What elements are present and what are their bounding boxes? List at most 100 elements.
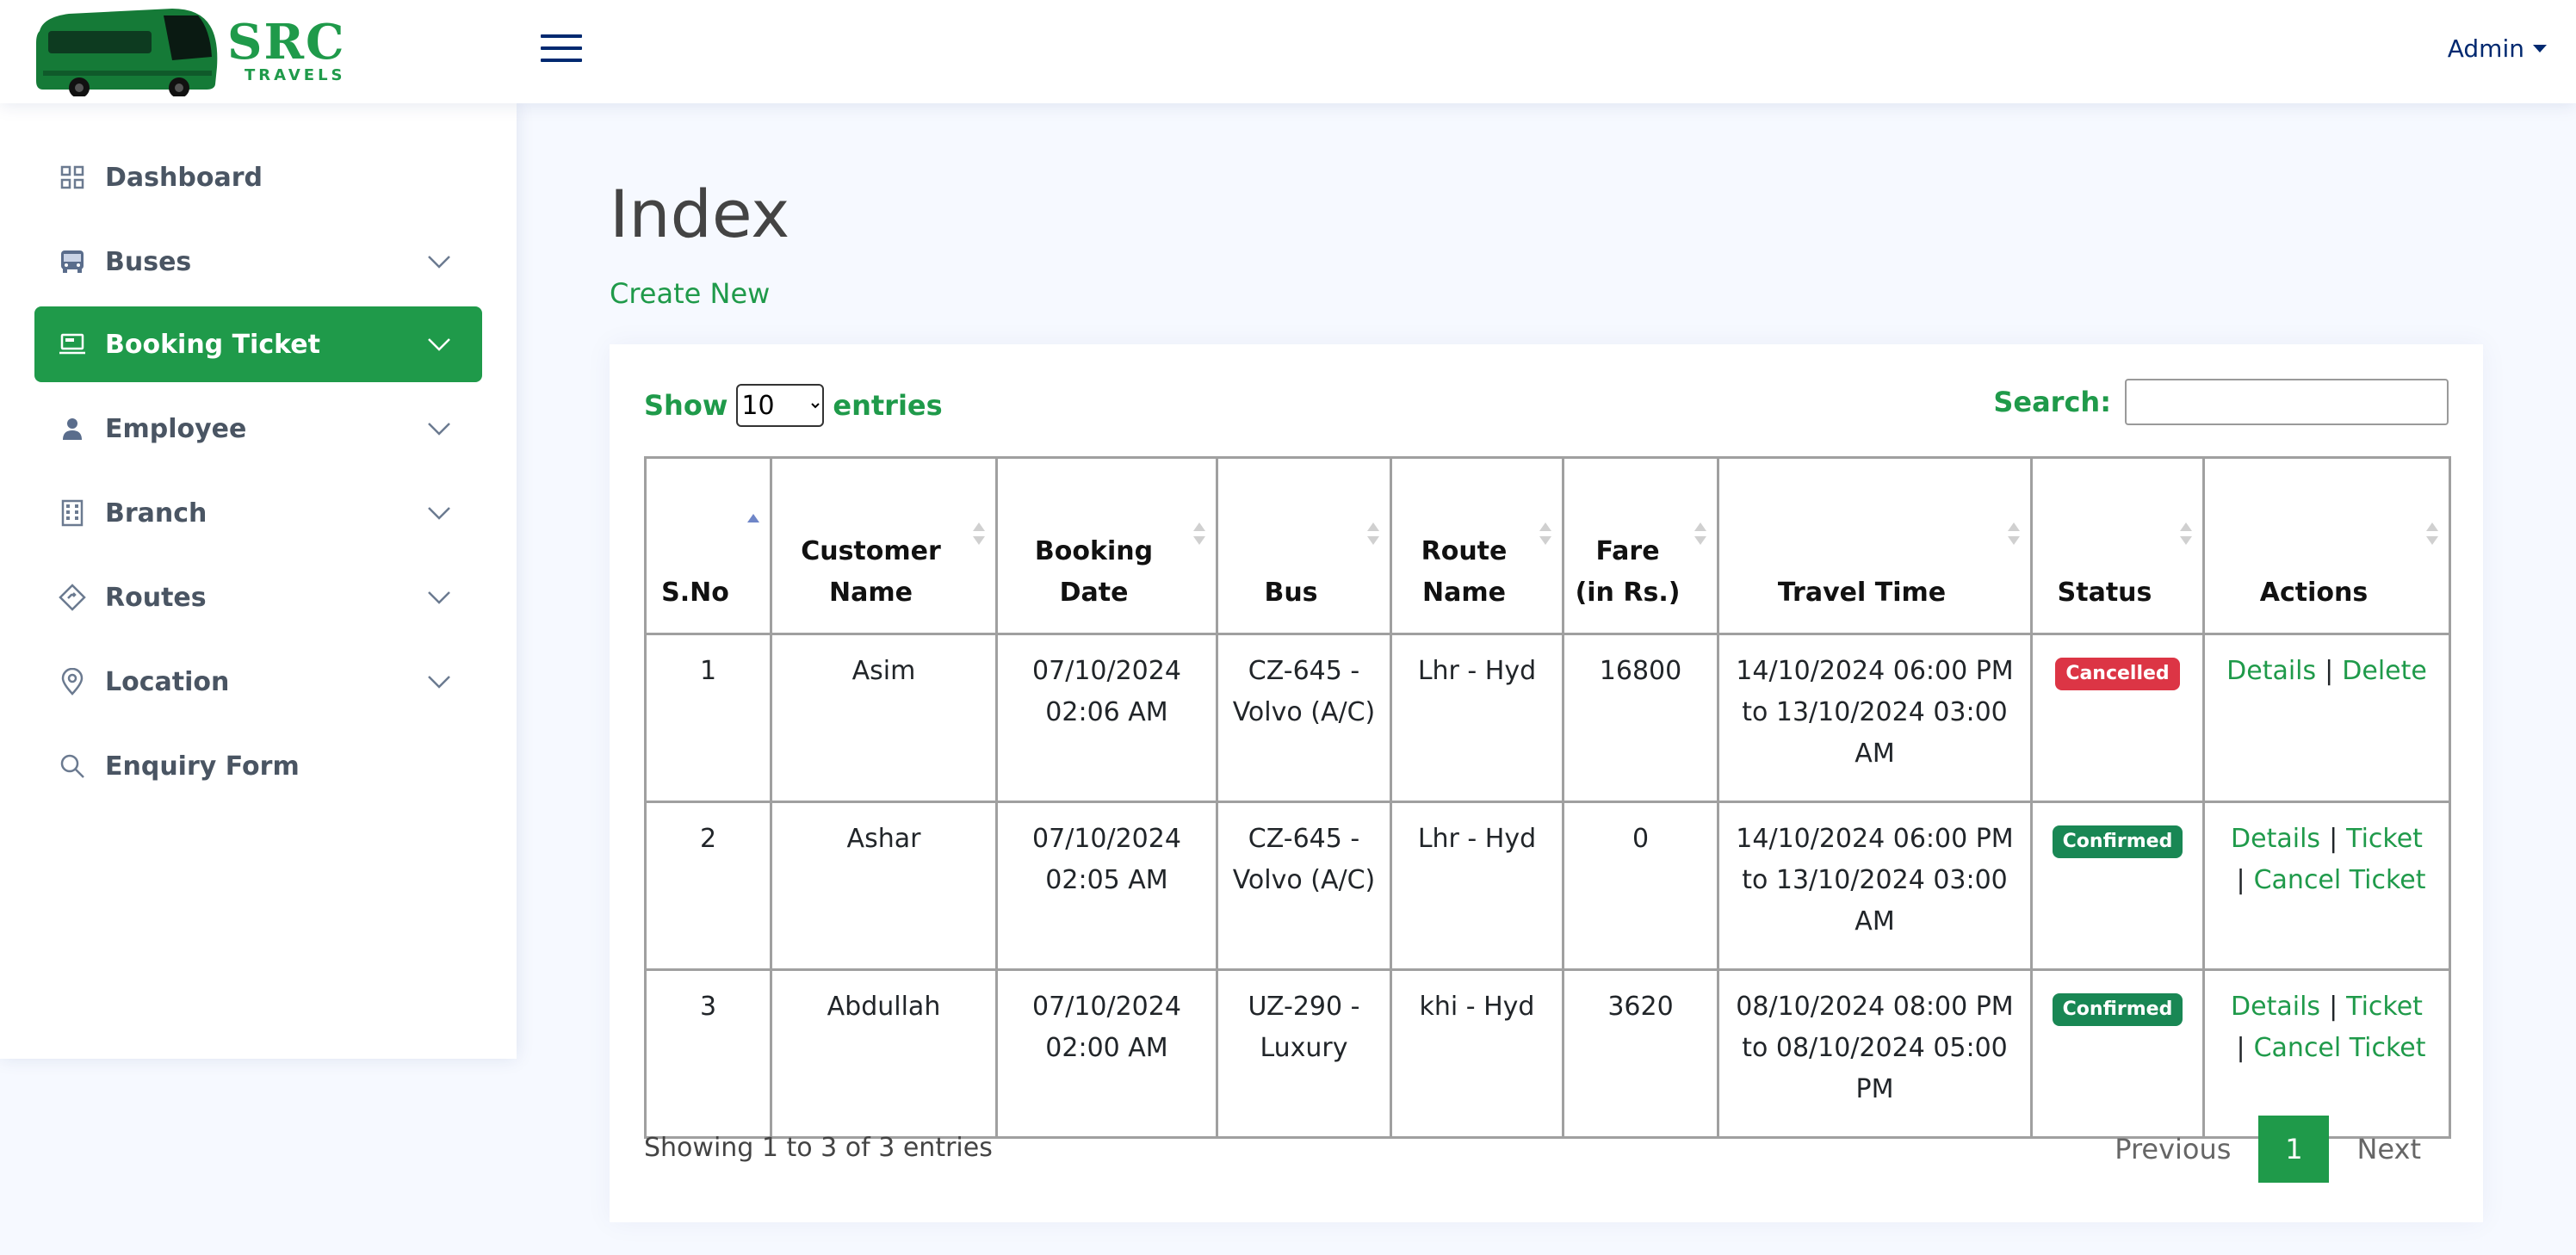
column-header-travel-time[interactable]: Travel Time: [1717, 456, 2033, 635]
cell-customer: Ashar: [770, 801, 998, 971]
search-icon: [59, 752, 86, 780]
sidebar-item-label: Location: [105, 666, 230, 697]
sidebar-item-branch[interactable]: Branch: [34, 475, 482, 551]
next-page-button[interactable]: Next: [2329, 1133, 2449, 1165]
user-menu[interactable]: Admin: [2448, 34, 2547, 63]
bus-logo-icon: [36, 9, 218, 96]
laptop-icon: [59, 331, 86, 358]
column-header-booking-date[interactable]: Booking Date: [995, 456, 1218, 635]
sidebar-item-buses[interactable]: Buses: [34, 224, 482, 300]
show-label: Show: [644, 389, 728, 422]
cell-sno: 2: [644, 801, 772, 971]
sort-icon: [1539, 522, 1551, 548]
chevron-down-icon: [422, 411, 456, 446]
chevron-down-icon: [422, 244, 456, 279]
create-new-link[interactable]: Create New: [610, 277, 770, 310]
person-icon: [59, 415, 86, 442]
sidebar: Dashboard Buses Booking Ticket Employee …: [0, 103, 517, 1059]
sidebar-item-label: Buses: [105, 246, 192, 277]
table-header-row: S.No Customer Name Booking Date Bus Rout…: [644, 456, 2451, 635]
cell-bus: UZ-290 - Luxury: [1216, 968, 1392, 1139]
sidebar-item-employee[interactable]: Employee: [34, 391, 482, 467]
building-icon: [59, 499, 86, 527]
cancel-ticket-link[interactable]: Cancel Ticket: [2254, 1033, 2426, 1063]
sort-icon: [1694, 522, 1706, 548]
table-row: 1 Asim 07/10/2024 02:06 AM CZ-645 - Volv…: [644, 633, 2451, 803]
search-input[interactable]: [2125, 379, 2449, 425]
cell-booking-date: 07/10/2024 02:00 AM: [995, 968, 1218, 1139]
column-header-route[interactable]: Route Name: [1390, 456, 1564, 635]
details-link[interactable]: Details: [2226, 656, 2316, 686]
cell-route: Lhr - Hyd: [1390, 801, 1564, 971]
cell-fare: 16800: [1562, 633, 1719, 803]
sidebar-item-label: Booking Ticket: [105, 329, 320, 360]
delete-link[interactable]: Delete: [2342, 656, 2427, 686]
cell-travel-time: 08/10/2024 08:00 PM to 08/10/2024 05:00 …: [1717, 968, 2033, 1139]
menu-toggle-icon[interactable]: [541, 34, 582, 69]
sidebar-item-booking-ticket[interactable]: Booking Ticket: [34, 306, 482, 382]
cell-fare: 3620: [1562, 968, 1719, 1139]
cell-status: Confirmed: [2030, 801, 2205, 971]
page-1-button[interactable]: 1: [2258, 1116, 2330, 1183]
cell-travel-time: 14/10/2024 06:00 PM to 13/10/2024 03:00 …: [1717, 633, 2033, 803]
column-header-status[interactable]: Status: [2030, 456, 2205, 635]
sort-ascending-icon: [747, 514, 759, 540]
sidebar-item-label: Employee: [105, 413, 247, 444]
sidebar-item-dashboard[interactable]: Dashboard: [34, 139, 482, 215]
ticket-link[interactable]: Ticket: [2346, 824, 2423, 854]
column-header-fare[interactable]: Fare (in Rs.): [1562, 456, 1719, 635]
brand-logo[interactable]: SRC TRAVELS: [34, 5, 346, 96]
bus-icon: [59, 248, 86, 275]
sidebar-item-location[interactable]: Location: [34, 644, 482, 720]
brand-name: SRC: [227, 14, 346, 71]
cell-bus: CZ-645 - Volvo (A/C): [1216, 801, 1392, 971]
details-link[interactable]: Details: [2231, 992, 2320, 1022]
grid-icon: [59, 164, 86, 191]
sidebar-item-enquiry-form[interactable]: Enquiry Form: [34, 728, 482, 804]
cell-actions: Details | Ticket | Cancel Ticket: [2202, 801, 2451, 971]
caret-down-icon: [2533, 45, 2547, 53]
cell-booking-date: 07/10/2024 02:06 AM: [995, 633, 1218, 803]
column-header-sno[interactable]: S.No: [644, 456, 772, 635]
cell-status: Cancelled: [2030, 633, 2205, 803]
cell-fare: 0: [1562, 801, 1719, 971]
status-badge: Cancelled: [2055, 658, 2180, 690]
chevron-down-icon: [422, 665, 456, 699]
previous-page-button[interactable]: Previous: [2087, 1133, 2258, 1165]
ticket-link[interactable]: Ticket: [2346, 992, 2423, 1022]
sidebar-item-label: Dashboard: [105, 162, 263, 193]
cell-booking-date: 07/10/2024 02:05 AM: [995, 801, 1218, 971]
sort-icon: [1193, 522, 1205, 548]
column-header-customer[interactable]: Customer Name: [770, 456, 998, 635]
column-header-actions[interactable]: Actions: [2202, 456, 2451, 635]
chevron-down-icon: [422, 580, 456, 615]
page-title: Index: [610, 176, 790, 252]
cell-actions: Details | Ticket | Cancel Ticket: [2202, 968, 2451, 1139]
sort-icon: [2426, 522, 2438, 548]
sidebar-item-label: Enquiry Form: [105, 751, 300, 782]
sidebar-item-routes[interactable]: Routes: [34, 559, 482, 635]
top-header: SRC TRAVELS Admin: [0, 0, 2576, 103]
sort-icon: [2180, 522, 2192, 548]
bookings-card: Show 10 25 50 100 entries Search: S.No C…: [610, 344, 2483, 1222]
page-size-control: Show 10 25 50 100 entries: [644, 384, 943, 427]
column-header-bus[interactable]: Bus: [1216, 456, 1392, 635]
details-link[interactable]: Details: [2231, 824, 2320, 854]
chevron-down-icon: [422, 496, 456, 530]
sort-icon: [2008, 522, 2020, 548]
table-search: Search:: [1993, 379, 2449, 425]
cancel-ticket-link[interactable]: Cancel Ticket: [2254, 865, 2426, 895]
cell-customer: Asim: [770, 633, 998, 803]
table-row: 2 Ashar 07/10/2024 02:05 AM CZ-645 - Vol…: [644, 801, 2451, 971]
cell-route: khi - Hyd: [1390, 968, 1564, 1139]
search-label: Search:: [1993, 386, 2111, 418]
cell-bus: CZ-645 - Volvo (A/C): [1216, 633, 1392, 803]
pagination: Previous 1 Next: [2087, 1116, 2449, 1183]
sort-icon: [973, 522, 985, 548]
table-info: Showing 1 to 3 of 3 entries: [644, 1133, 993, 1163]
cell-travel-time: 14/10/2024 06:00 PM to 13/10/2024 03:00 …: [1717, 801, 2033, 971]
cell-actions: Details | Delete: [2202, 633, 2451, 803]
page-size-select[interactable]: 10 25 50 100: [736, 384, 825, 427]
tag-icon: [59, 584, 86, 611]
bookings-table: S.No Customer Name Booking Date Bus Rout…: [644, 456, 2451, 1139]
